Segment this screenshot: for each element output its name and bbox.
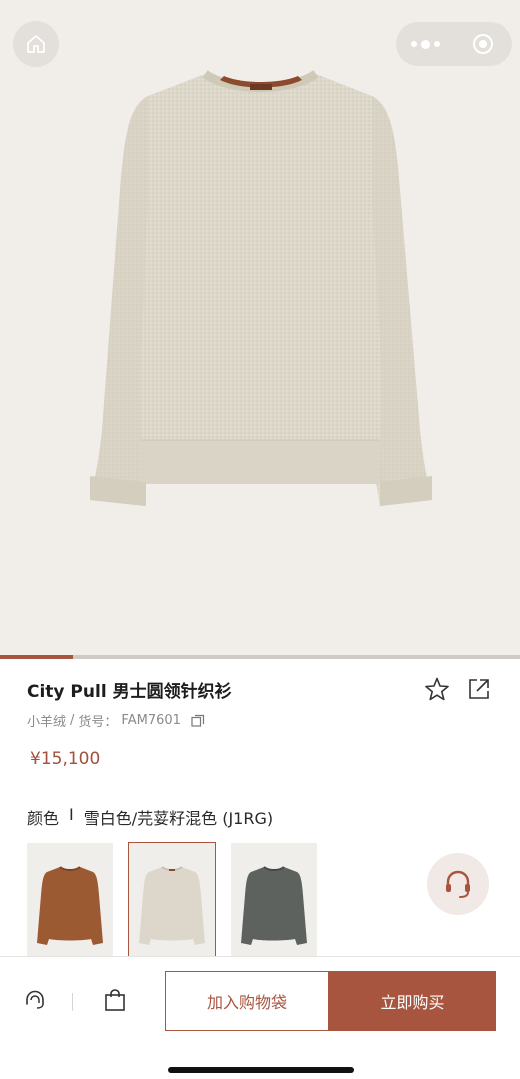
color-value: 雪白色/芫荽籽混色 (J1RG) — [83, 809, 274, 828]
color-selection-label: 颜色 I 雪白色/芫荽籽混色 (J1RG) — [27, 805, 273, 829]
close-miniprogram-button[interactable] — [454, 22, 512, 66]
home-indicator — [168, 1067, 354, 1073]
share-icon[interactable] — [466, 676, 492, 702]
close-target-icon — [473, 34, 493, 54]
add-to-bag-button[interactable]: 加入购物袋 — [165, 971, 329, 1031]
color-separator: I — [69, 805, 74, 824]
color-swatch-brown[interactable] — [27, 843, 113, 959]
miniprogram-capsule — [396, 22, 512, 66]
divider — [72, 993, 73, 1011]
customer-service-button[interactable] — [427, 853, 489, 915]
more-dots-icon — [410, 41, 417, 47]
sku-label: 货号： — [78, 715, 118, 730]
sku-value: FAM7601 — [121, 713, 181, 728]
star-icon[interactable] — [424, 676, 450, 702]
buy-now-button[interactable]: 立即购买 — [329, 971, 496, 1031]
gallery-progress-fill — [0, 655, 73, 659]
customer-service-icon[interactable] — [22, 987, 48, 1013]
product-image-gallery[interactable] — [0, 0, 520, 656]
product-title: City Pull 男士圆领针织衫 — [27, 682, 232, 702]
copy-icon[interactable] — [191, 714, 205, 728]
color-label: 颜色 — [27, 809, 60, 828]
meta-separator: / — [70, 713, 75, 728]
home-icon — [27, 35, 45, 53]
sweater-thumbnail-cream — [139, 866, 205, 945]
sweater-thumbnail-brown — [37, 866, 103, 945]
customer-service-icon — [446, 870, 470, 898]
shopping-bag-icon[interactable] — [102, 987, 128, 1013]
material-text: 小羊绒 — [27, 715, 67, 730]
more-button[interactable] — [396, 22, 454, 66]
color-swatch-cream[interactable] — [128, 842, 216, 960]
sweater-thumbnail-grey — [241, 866, 307, 945]
product-meta: 小羊绒 / 货号： FAM7601 — [27, 711, 205, 730]
product-image — [90, 70, 432, 506]
color-swatch-grey[interactable] — [231, 843, 317, 959]
price: ¥15,100 — [30, 749, 101, 769]
bottom-action-bar: 加入购物袋 立即购买 — [0, 956, 520, 1079]
gallery-progress — [0, 655, 520, 659]
home-button[interactable] — [13, 21, 59, 67]
